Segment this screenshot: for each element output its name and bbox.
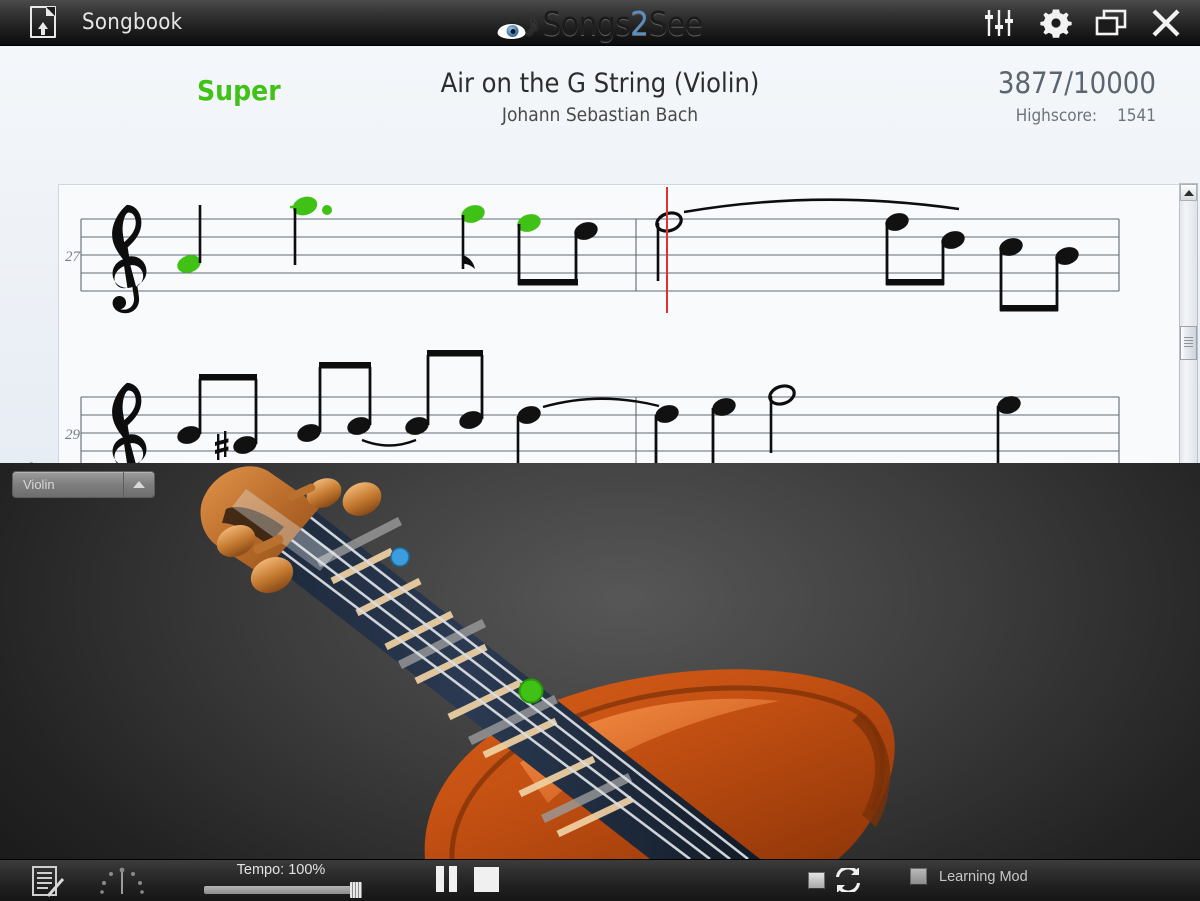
augmentation-dot [322,205,332,215]
app-logo: ♪ Songs2See [497,4,703,44]
eye-icon [497,22,526,40]
sheet-shape [30,5,56,38]
triangle-up [1183,189,1194,196]
instrument-select[interactable]: Violin [12,471,155,498]
measure-number-1: 27 [65,249,82,265]
learning-mode-checkbox[interactable] [910,868,927,885]
tempo-slider-knob[interactable] [350,882,362,898]
close-icon[interactable] [1150,7,1182,39]
beam [1000,305,1058,312]
tempo-slider[interactable] [204,882,362,898]
highscore-value: 1541 [1117,106,1156,126]
instrument-view: Violin [0,463,1200,859]
scroll-up-arrow-icon[interactable] [1180,184,1197,201]
logo-text: Songs2See [543,4,703,43]
tie [361,438,417,447]
violin-graphic[interactable] [0,463,1200,859]
learning-mode-control[interactable]: Learning Mod [910,868,1028,885]
measure-number-2: 29 [65,427,81,443]
instrument-select-value: Violin [23,477,55,492]
beam [319,362,371,369]
title-bar: Songbook ♪ Songs2See [0,0,1200,46]
chevron-up-icon[interactable] [124,481,154,488]
gear-icon[interactable] [1040,7,1072,39]
finger-position-marker [518,678,544,704]
score-value: 3877/10000 [997,66,1156,100]
score-header: Super Air on the G String (Violin) Johan… [0,46,1200,132]
metronome-toggle-checkbox[interactable] [808,871,825,889]
sharp-accidental [215,431,229,460]
beam [518,279,578,286]
tempo-label: Tempo: 100% [236,862,326,878]
import-arrow-stem [41,27,45,35]
edit-notes-icon[interactable] [30,866,66,898]
slur [542,397,660,409]
beam [427,350,483,357]
highscore-row: Highscore: 1541 [1016,106,1156,126]
beam [886,279,944,286]
score-pane: Super Air on the G String (Violin) Johan… [0,46,1200,497]
highscore-label: Highscore: [1015,106,1098,126]
songs2see-window: Songbook ♪ Songs2See Super Air on the G … [0,0,1200,901]
playback-buttons [436,866,499,892]
beam [199,374,257,381]
notation-scrollbar[interactable] [1179,183,1198,497]
page-fold [46,6,55,16]
logo-two: 2 [630,4,649,43]
restore-window-icon[interactable] [1094,8,1128,38]
metronome-tuner-icon[interactable] [98,866,146,898]
treble-clef-icon [112,204,147,314]
grip-lines [1184,337,1193,349]
staff-svg: 27 29 [65,187,1120,492]
loop-controls [808,868,861,892]
mixer-sliders-icon[interactable] [984,8,1018,38]
note-group-1 [177,196,1079,312]
scrollbar-thumb[interactable] [1180,326,1197,360]
staff-system-1: 27 [65,187,1120,314]
songbook-label[interactable]: Songbook [82,10,182,35]
window-controls [984,0,1182,46]
pause-bar-left [436,866,444,892]
triangle-up [133,481,145,488]
slur [683,198,960,214]
notation-canvas[interactable]: 27 29 [58,184,1180,496]
logo-see: See [648,4,703,43]
stop-button[interactable] [474,866,499,892]
eye-pupil [510,28,516,34]
transport-bar: Tempo: 100% 01 : 48 / 03 : 14 [0,859,1200,901]
music-note-icon: ♪ [523,5,541,44]
tempo-control[interactable]: Tempo: 100% [196,862,366,898]
loop-repeat-icon[interactable] [835,868,861,892]
logo-songs: Songs [542,4,631,43]
learning-mode-label: Learning Mod [939,868,1028,885]
pause-button[interactable] [436,866,462,892]
sheet-import-icon[interactable] [30,5,60,40]
eighth-flag [463,255,475,269]
target-note-marker [390,547,410,567]
pause-bar-right [449,866,457,892]
